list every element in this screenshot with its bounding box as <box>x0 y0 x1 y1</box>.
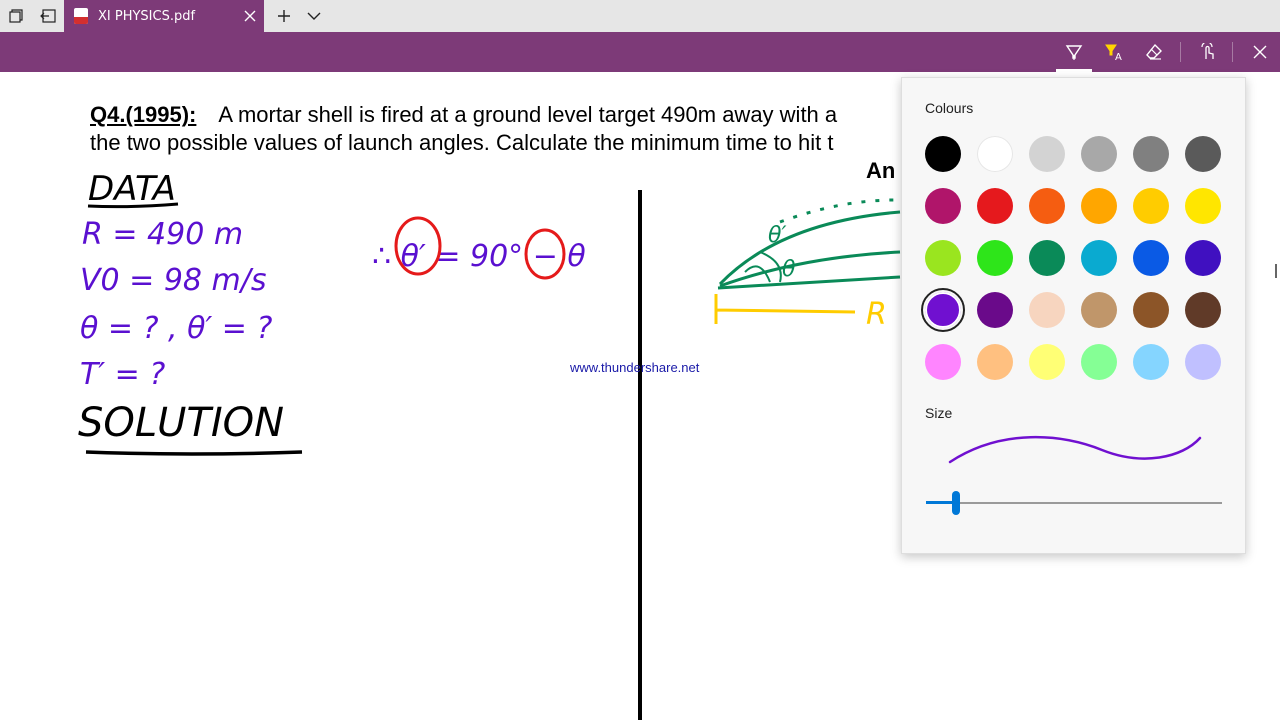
colours-title: Colours <box>925 100 974 116</box>
tab-bar: XI PHYSICS.pdf <box>0 0 1280 32</box>
tab-back-icon[interactable] <box>32 0 64 32</box>
highlighter-icon: A <box>1105 44 1122 61</box>
colour-swatch[interactable] <box>1081 292 1117 328</box>
colour-swatch[interactable] <box>1029 136 1065 172</box>
colour-swatch[interactable] <box>921 288 965 332</box>
close-toolbar-button[interactable] <box>1240 32 1280 72</box>
tab-restore-icon[interactable] <box>0 0 32 32</box>
colour-swatch[interactable] <box>1185 240 1221 276</box>
watermark: www.thundershare.net <box>570 360 700 375</box>
colour-swatch[interactable] <box>977 188 1013 224</box>
colour-swatch[interactable] <box>977 344 1013 380</box>
ink-time: T′ = ? <box>80 357 165 392</box>
highlight-button[interactable]: A <box>1094 32 1134 72</box>
colour-swatch[interactable] <box>925 136 961 172</box>
ink-underline-solution <box>85 450 303 456</box>
tab-title: XI PHYSICS.pdf <box>98 8 196 24</box>
ink-toolbar: A <box>0 32 1280 72</box>
colour-swatch[interactable] <box>1133 240 1169 276</box>
tab-close-icon[interactable] <box>236 2 264 30</box>
toolbar-divider <box>1180 42 1181 62</box>
colour-swatch[interactable] <box>1133 344 1169 380</box>
colour-swatch[interactable] <box>977 240 1013 276</box>
colour-swatch[interactable] <box>977 136 1013 172</box>
ink-heading-solution: SOLUTION <box>78 400 284 446</box>
ink-trajectory-high <box>718 210 901 286</box>
toolbar-divider <box>1232 42 1233 62</box>
ink-angles: θ = ? , θ′ = ? <box>80 311 272 346</box>
colour-swatch[interactable] <box>1029 292 1065 328</box>
size-title: Size <box>925 405 953 421</box>
ink-range: R = 490 m <box>82 217 243 252</box>
pen-icon <box>1065 45 1083 60</box>
colour-swatch[interactable] <box>1185 344 1221 380</box>
colour-swatch[interactable] <box>1133 292 1169 328</box>
colour-swatch[interactable] <box>1029 344 1065 380</box>
close-icon <box>1253 45 1267 59</box>
colour-swatch[interactable] <box>1081 344 1117 380</box>
colour-swatch[interactable] <box>1133 136 1169 172</box>
draw-button[interactable] <box>1054 32 1094 72</box>
colour-swatch[interactable] <box>1185 188 1221 224</box>
ink-diagram-theta: θ <box>782 257 796 282</box>
colour-swatch-grid <box>921 136 1225 380</box>
ink-heading-data: DATA <box>88 169 176 209</box>
colour-swatch[interactable] <box>1081 136 1117 172</box>
colour-swatch[interactable] <box>925 240 961 276</box>
colour-swatch[interactable] <box>925 188 961 224</box>
erase-button[interactable] <box>1134 32 1174 72</box>
tab-pdf[interactable]: XI PHYSICS.pdf <box>64 0 264 32</box>
ink-dotted-arc <box>779 198 896 224</box>
ink-range-bracket <box>714 294 856 324</box>
eraser-icon <box>1146 43 1162 60</box>
ink-palette-flyout: Colours Size <box>901 77 1246 554</box>
colour-swatch[interactable] <box>1185 136 1221 172</box>
pdf-file-icon <box>74 8 88 24</box>
colour-swatch[interactable] <box>1133 188 1169 224</box>
size-slider-track <box>926 502 1222 504</box>
touch-writing-icon <box>1201 43 1214 59</box>
size-slider-thumb[interactable] <box>951 491 960 515</box>
svg-text:A: A <box>1115 52 1122 61</box>
touch-writing-button[interactable] <box>1188 32 1228 72</box>
colour-swatch[interactable] <box>1029 188 1065 224</box>
colour-swatch[interactable] <box>1185 292 1221 328</box>
colour-swatch[interactable] <box>925 344 961 380</box>
colour-swatch[interactable] <box>1081 188 1117 224</box>
colour-swatch[interactable] <box>977 292 1013 328</box>
size-preview-stroke <box>948 435 1202 464</box>
ink-diagram-theta-prime: θ′ <box>768 223 786 248</box>
colour-swatch[interactable] <box>1029 240 1065 276</box>
scrollbar-indicator[interactable] <box>1275 264 1277 278</box>
ink-velocity: V0 = 98 m/s <box>80 263 267 298</box>
plus-icon[interactable] <box>268 0 300 32</box>
ink-diagram-range: R <box>866 297 887 332</box>
chevron-down-icon[interactable] <box>298 0 330 32</box>
size-slider[interactable] <box>926 490 1222 516</box>
colour-swatch[interactable] <box>1081 240 1117 276</box>
